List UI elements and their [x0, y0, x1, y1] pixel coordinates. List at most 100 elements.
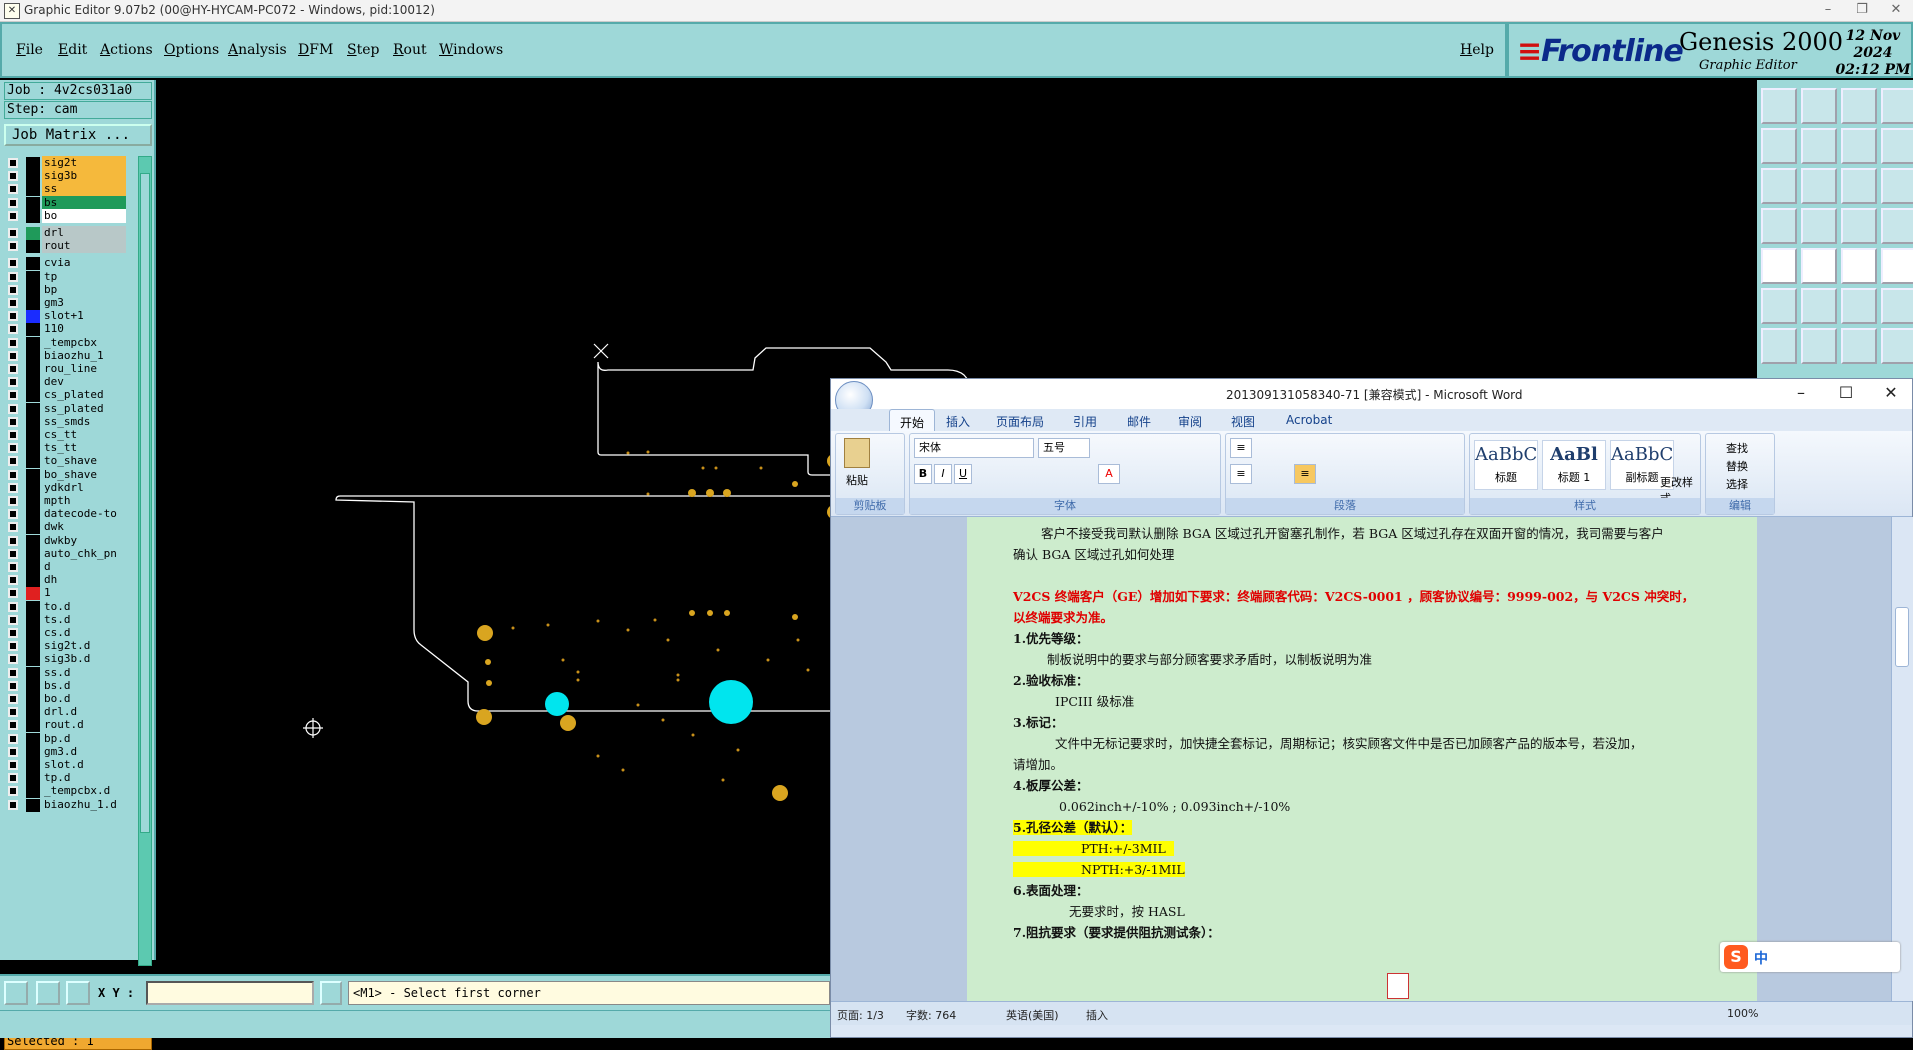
layer-checkbox[interactable]	[8, 482, 18, 493]
layer-row[interactable]: dwkby	[4, 533, 134, 548]
layer-row[interactable]: dwk	[4, 520, 134, 535]
layer-name[interactable]: cs_plated	[42, 388, 126, 403]
menu-help[interactable]: Help	[1460, 42, 1494, 58]
layer-row[interactable]: bs	[4, 195, 134, 210]
layer-checkbox[interactable]	[8, 430, 18, 440]
ime-mode[interactable]: 中	[1754, 948, 1768, 968]
layer-row[interactable]: _tempcbx.d	[4, 784, 134, 799]
style-title[interactable]: AaBbC 标题	[1474, 440, 1538, 490]
word-minimize-icon[interactable]: –	[1786, 383, 1816, 402]
layer-row[interactable]: ss_plated	[4, 401, 134, 416]
layer-name[interactable]: ydkdrl	[42, 480, 126, 495]
layer-row[interactable]: slot.d	[4, 758, 134, 772]
layer-name[interactable]: d	[42, 560, 126, 574]
tool-button-icon[interactable]	[1761, 208, 1797, 244]
layer-checkbox[interactable]	[8, 241, 18, 252]
layer-checkbox[interactable]	[8, 773, 18, 784]
layer-checkbox[interactable]	[8, 694, 18, 704]
xy-input[interactable]	[146, 981, 314, 1005]
tool-button-icon[interactable]	[1761, 168, 1797, 204]
menu-actions[interactable]: Actions	[100, 42, 153, 58]
layer-name[interactable]: ts.d	[42, 612, 126, 627]
tool-button-icon[interactable]	[1761, 88, 1797, 124]
layer-name[interactable]: ss_plated	[42, 401, 126, 416]
layer-scrollbar[interactable]	[138, 156, 152, 966]
layer-checkbox[interactable]	[8, 210, 18, 221]
layer-row[interactable]: d	[4, 560, 134, 574]
layer-row[interactable]: ss	[4, 182, 134, 197]
language[interactable]: 英语(美国)	[1006, 1007, 1059, 1023]
layer-row[interactable]: _tempcbx	[4, 335, 134, 350]
tool-button-icon[interactable]	[1841, 128, 1877, 164]
find-button[interactable]: 查找	[1726, 440, 1748, 456]
layer-checkbox[interactable]	[8, 271, 18, 282]
layer-checkbox[interactable]	[8, 522, 18, 533]
layer-checkbox[interactable]	[8, 443, 18, 454]
layer-row[interactable]: cvia	[4, 256, 134, 271]
zoom-window-icon[interactable]	[4, 981, 28, 1005]
tool-button-icon[interactable]	[1801, 288, 1837, 324]
layer-row[interactable]: drl.d	[4, 705, 134, 720]
layer-name[interactable]: ss_smds	[42, 414, 126, 429]
layer-checkbox[interactable]	[8, 469, 18, 480]
layer-checkbox[interactable]	[8, 377, 18, 388]
layer-checkbox[interactable]	[8, 364, 18, 374]
menu-analysis[interactable]: Analysis	[228, 42, 287, 58]
layer-checkbox[interactable]	[8, 509, 18, 520]
layer-checkbox[interactable]	[8, 311, 18, 322]
layer-row[interactable]: to_shave	[4, 454, 134, 469]
layer-name[interactable]: tp.d	[42, 771, 126, 786]
layer-name[interactable]: 1	[42, 586, 126, 601]
layer-name[interactable]: to_shave	[42, 454, 126, 469]
layer-checkbox[interactable]	[8, 258, 18, 269]
layer-checkbox[interactable]	[8, 562, 18, 572]
layer-row[interactable]: cs.d	[4, 626, 134, 640]
tab-insert[interactable]: 插入	[946, 413, 970, 430]
layer-name[interactable]: bo_shave	[42, 467, 126, 482]
minimize-icon[interactable]: –	[1813, 2, 1843, 17]
layer-checkbox[interactable]	[8, 641, 18, 652]
layer-name[interactable]: dh	[42, 573, 126, 588]
tab-review[interactable]: 审阅	[1178, 413, 1202, 430]
layer-scroll-thumb[interactable]	[140, 173, 150, 833]
justify-button[interactable]: ≡	[1294, 464, 1316, 484]
layer-name[interactable]: datecode-to	[42, 507, 126, 522]
layer-checkbox[interactable]	[8, 496, 18, 506]
tool-button-icon[interactable]	[1841, 88, 1877, 124]
layer-checkbox[interactable]	[8, 228, 18, 238]
layer-row[interactable]: sig3b.d	[4, 652, 134, 667]
tool-button-icon[interactable]	[1881, 168, 1913, 204]
layer-name[interactable]: dwk	[42, 520, 126, 535]
layer-name[interactable]: ss.d	[42, 665, 126, 680]
layer-name[interactable]: gm3.d	[42, 744, 126, 759]
layer-row[interactable]: sig3b	[4, 169, 134, 184]
layer-name[interactable]: cs_tt	[42, 428, 126, 442]
word-maximize-icon[interactable]: ☐	[1831, 383, 1861, 402]
menu-step[interactable]: Step	[347, 42, 379, 58]
layer-row[interactable]: cs_plated	[4, 388, 134, 403]
layer-checkbox[interactable]	[8, 733, 18, 744]
layer-name[interactable]: auto_chk_pn	[42, 546, 126, 561]
tool-button-icon[interactable]	[1841, 288, 1877, 324]
underline-button[interactable]: U	[954, 464, 972, 484]
layer-name[interactable]: slot.d	[42, 758, 126, 772]
layer-row[interactable]: bp	[4, 282, 134, 297]
tool-button-icon[interactable]	[1881, 128, 1913, 164]
layer-row[interactable]: drl	[4, 226, 134, 240]
word-close-icon[interactable]: ✕	[1876, 383, 1906, 402]
layer-name[interactable]: sig3b	[42, 169, 126, 184]
layer-name[interactable]: dev	[42, 375, 126, 390]
tool-button-icon[interactable]	[1801, 208, 1837, 244]
tool-button-icon[interactable]	[1801, 168, 1837, 204]
layer-checkbox[interactable]	[8, 403, 18, 414]
bold-button[interactable]: B	[914, 464, 932, 484]
layer-row[interactable]: bo_shave	[4, 467, 134, 482]
layer-row[interactable]: bs.d	[4, 678, 134, 693]
layer-row[interactable]: ss_smds	[4, 414, 134, 429]
menu-options[interactable]: Options	[164, 42, 219, 58]
layer-row[interactable]: biaozhu_1	[4, 348, 134, 363]
tool-button-icon[interactable]	[1761, 248, 1797, 284]
grid-icon[interactable]	[66, 981, 90, 1005]
layer-name[interactable]: ts_tt	[42, 441, 126, 456]
layer-row[interactable]: dev	[4, 375, 134, 390]
